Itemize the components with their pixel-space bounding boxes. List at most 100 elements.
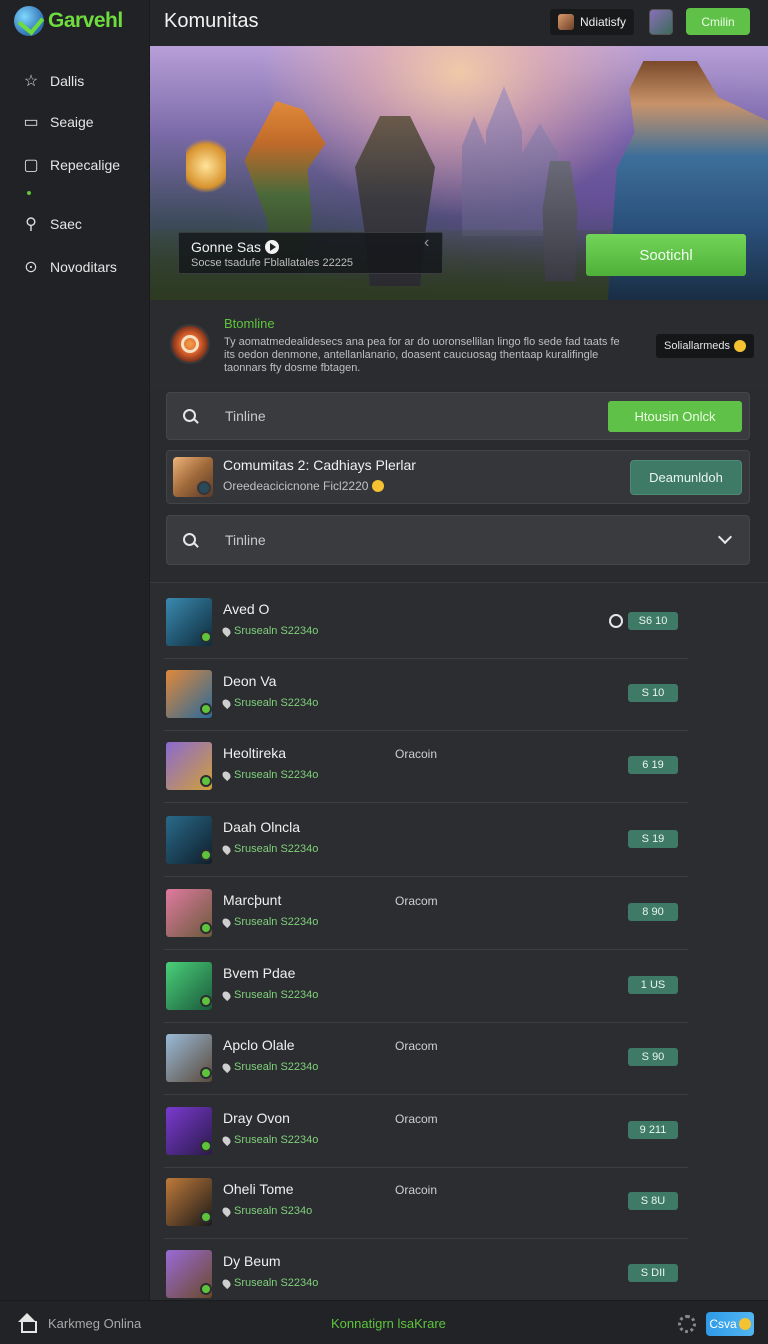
emoji-icon — [372, 480, 385, 492]
member-subtitle: Srusealn S2234o — [234, 1061, 319, 1073]
member-stat-badge[interactable]: 6 19 — [628, 756, 678, 774]
list-item[interactable]: Daah Olncla Srusealn S2234o S 19 — [164, 805, 688, 877]
hero-lamp-art — [186, 136, 226, 196]
notification-label: Ndiatisfy — [580, 15, 627, 29]
play-icon[interactable] — [265, 240, 280, 254]
member-stat-badge[interactable]: S6 10 — [628, 612, 678, 630]
app-logo[interactable]: Garvehl — [14, 6, 123, 36]
member-subtitle-row: Srusealn S2234o — [220, 1134, 318, 1146]
member-stat-badge[interactable]: S 90 — [628, 1048, 678, 1066]
member-subtitle: Srusealn S2234o — [234, 769, 319, 781]
member-name: Aved O — [223, 601, 270, 617]
sidebar-item-saec[interactable]: ⚲ Saec — [22, 215, 82, 233]
sidebar-item-dallis[interactable]: ☆ Dallis — [22, 72, 84, 90]
member-status: Oracoin — [395, 747, 438, 761]
footer-center-link[interactable]: Konnatigrn lsaKrare — [331, 1316, 446, 1331]
member-subtitle-row: Srusealn S2234o — [220, 1061, 319, 1073]
star-icon: ☆ — [23, 73, 39, 90]
notification-chip[interactable]: Ndiatisfy — [550, 9, 635, 35]
social-badge[interactable]: Soliallarmeds — [656, 334, 755, 358]
community-card[interactable]: Comumitas 2: Cadhiays Plerlar Oreedeacic… — [166, 450, 750, 504]
hero-game-card[interactable]: Gonne Sas Socse tsadufe Fblallatales 222… — [178, 232, 443, 274]
member-name: Deon Va — [223, 673, 277, 689]
online-badge — [200, 849, 212, 861]
hero-cta-button[interactable]: Sootichl — [586, 234, 746, 276]
sidebar-item-repecalige[interactable]: ▢ Repecalige — [22, 156, 120, 174]
community-action-button[interactable]: Deamunldoh — [630, 460, 742, 495]
user-avatar[interactable] — [649, 9, 673, 35]
emoji-icon — [734, 340, 747, 352]
list-item[interactable]: Aved O Srusealn S2234o S6 10 — [164, 587, 688, 659]
top-header: Komunitas Ndiatisfy Cmilin — [150, 0, 768, 46]
member-name: Oheli Tome — [223, 1181, 294, 1197]
location-pin-icon — [220, 1134, 233, 1146]
location-pin-icon — [220, 989, 233, 1001]
location-pin-icon — [220, 916, 233, 928]
member-subtitle-row: Srusealn S2234o — [220, 697, 319, 709]
member-subtitle: Srusealn S2234o — [234, 697, 319, 709]
online-badge — [200, 995, 212, 1007]
member-stat-badge[interactable]: 8 90 — [628, 903, 678, 921]
hero-card-title-row: Gonne Sas — [191, 239, 280, 255]
member-stat-badge[interactable]: S 19 — [628, 830, 678, 848]
home-icon[interactable] — [16, 1313, 38, 1333]
location-pin-icon — [220, 769, 233, 781]
chevron-down-icon[interactable] — [717, 529, 733, 545]
community-info-panel: Btomline Ty aomatmedealidesecs ana pea f… — [150, 300, 768, 390]
list-item[interactable]: Heoltireka Srusealn S2234o Oracoin 6 19 — [164, 731, 688, 803]
member-stat-badge[interactable]: S 10 — [628, 684, 678, 702]
sidebar-item-label: Repecalige — [50, 157, 121, 173]
footer-bar: Karkmeg Onlina Konnatigrn lsaKrare Csva — [0, 1300, 768, 1344]
member-subtitle-row: Srusealn S2234o — [220, 625, 318, 637]
member-stat-badge[interactable]: 9 211 — [628, 1121, 678, 1139]
community-subtitle-row: Oreedeacicicnone Ficl2220 — [223, 479, 385, 493]
list-item[interactable]: Marcþunt Srusealn S2234o Oracom 8 90 — [164, 878, 688, 950]
info-title: Btomline — [224, 316, 275, 331]
community-status-badge — [197, 481, 211, 495]
community-subtitle: Oreedeacicicnone Ficl2220 — [223, 479, 369, 493]
footer-action-button[interactable]: Csva — [706, 1312, 754, 1336]
list-item[interactable]: Dray Ovon Srusealn S2234o Oracom 9 211 — [164, 1096, 688, 1168]
sidebar-item-label: Seaige — [50, 114, 94, 130]
online-badge — [200, 1067, 212, 1079]
sidebar-item-seaige[interactable]: ▭ Seaige — [22, 113, 94, 131]
chevron-left-icon[interactable]: ‹ — [424, 234, 429, 252]
sidebar-item-novoditars[interactable]: ⊙ Novoditars — [22, 258, 117, 276]
filter-dropdown[interactable]: Tinline — [166, 515, 750, 565]
header-action-button[interactable]: Cmilin — [686, 8, 750, 35]
member-stat-badge[interactable]: 1 US — [628, 976, 678, 994]
list-item[interactable]: Bvem Pdae Srusealn S2234o 1 US — [164, 951, 688, 1023]
member-name: Dray Ovon — [223, 1110, 290, 1126]
list-item[interactable]: Deon Va Srusealn S2234o S 10 — [164, 659, 688, 731]
wrench-icon: ⚲ — [25, 216, 37, 233]
search-action-button[interactable]: Htousin Onlck — [608, 401, 742, 432]
location-pin-icon — [220, 1277, 233, 1289]
location-pin-icon — [220, 1061, 233, 1073]
member-subtitle-row: Srusealn S2234o — [220, 843, 318, 855]
footer-left-label[interactable]: Karkmeg Onlina — [48, 1316, 141, 1331]
member-status: Oracoin — [395, 1183, 438, 1197]
member-subtitle-row: Srusealn S2234o — [220, 989, 319, 1001]
page-title: Komunitas — [164, 10, 259, 32]
hero-card-title: Gonne Sas — [191, 239, 262, 255]
location-pin-icon — [220, 1205, 233, 1217]
online-badge — [200, 703, 212, 715]
member-status: Oracom — [395, 1039, 438, 1053]
member-name: Dy Beum — [223, 1253, 281, 1269]
member-name: Bvem Pdae — [223, 965, 296, 981]
search-input[interactable]: Tinline — [225, 408, 266, 424]
online-badge — [200, 922, 212, 934]
member-stat-badge[interactable]: S 8U — [628, 1192, 678, 1210]
gear-icon[interactable] — [678, 1315, 696, 1333]
location-pin-icon — [220, 697, 233, 709]
search-bar[interactable]: Tinline Htousin Onlck — [166, 392, 750, 440]
filter-input[interactable]: Tinline — [225, 532, 266, 548]
info-description: Ty aomatmedealidesecs ana pea for ar do … — [224, 336, 620, 374]
list-item[interactable]: Oheli Tome Srusealn S234o Oracoin S 8U — [164, 1167, 688, 1239]
member-status: Oracom — [395, 894, 438, 908]
active-indicator — [27, 191, 31, 195]
list-item[interactable]: Apclo Olale Srusealn S2234o Oracom S 90 — [164, 1023, 688, 1095]
member-subtitle: Srusealn S2234o — [234, 989, 319, 1001]
member-stat-badge[interactable]: S DII — [628, 1264, 678, 1282]
member-subtitle: Srusealn S2234o — [234, 916, 319, 928]
